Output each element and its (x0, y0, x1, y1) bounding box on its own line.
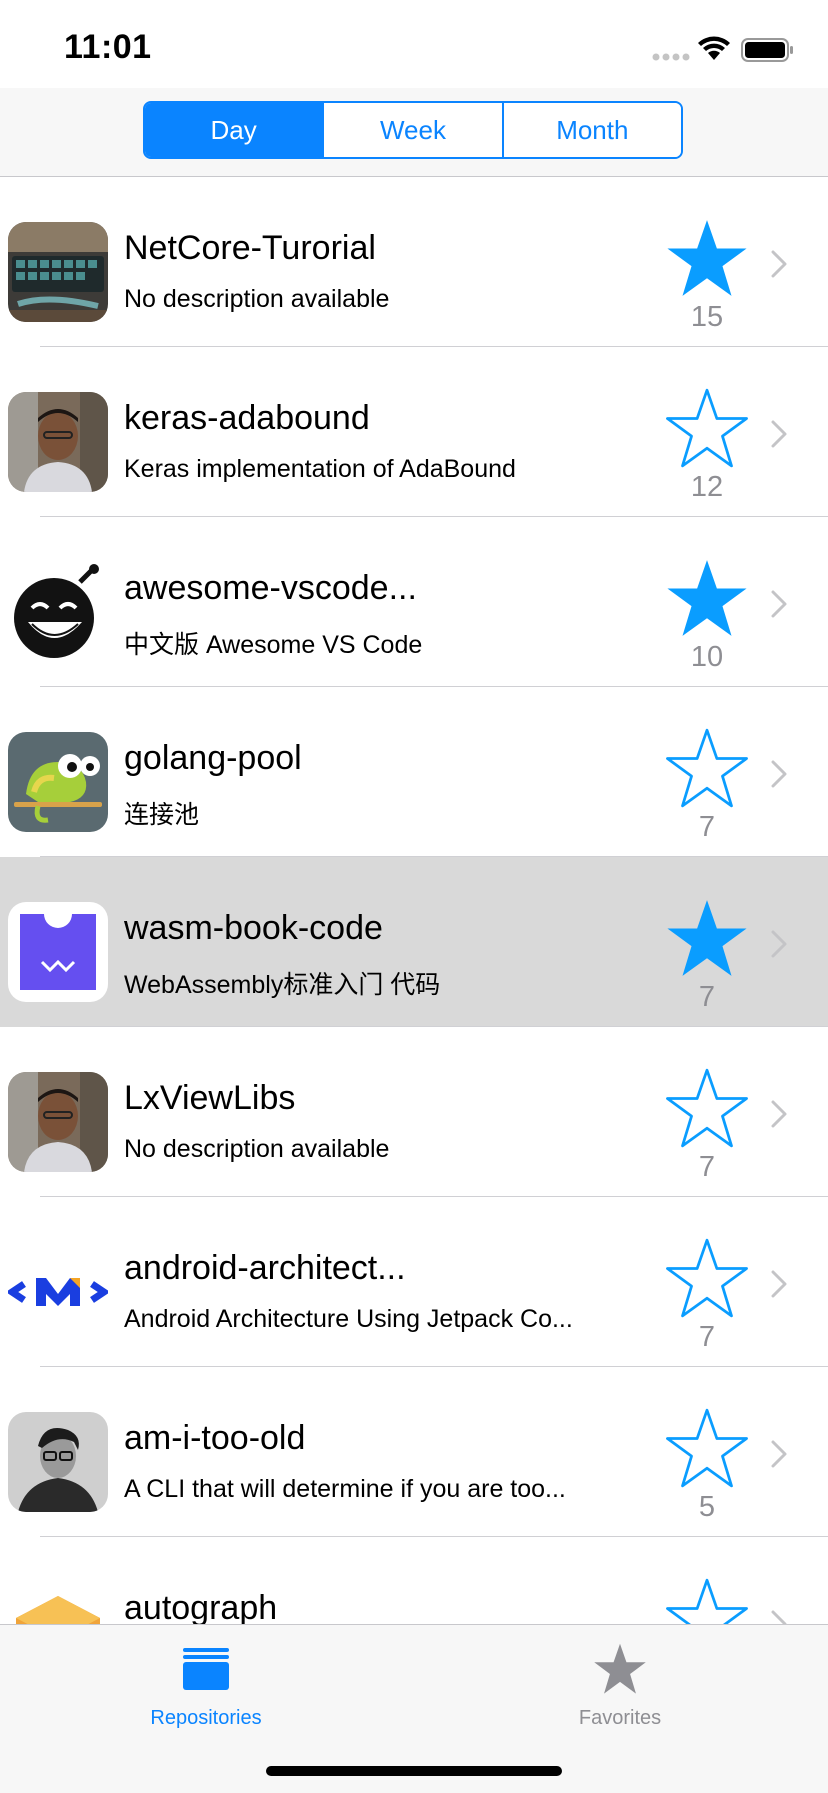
star-count: 15 (690, 301, 724, 333)
repo-row[interactable]: am-i-too-old A CLI that will determine if… (0, 1367, 828, 1537)
repo-name: golang-pool (124, 739, 302, 777)
segment-week[interactable]: Week (324, 103, 504, 157)
repo-description: 中文版 Awesome VS Code (124, 631, 423, 659)
repo-name: keras-adabound (124, 399, 370, 437)
favorite-star-button[interactable] (664, 215, 750, 301)
chevron-right-icon (770, 1439, 788, 1474)
chevron-right-icon (770, 419, 788, 454)
repo-description: No description available (124, 1135, 390, 1163)
repo-name: awesome-vscode... (124, 569, 417, 607)
star-icon (594, 1643, 646, 1694)
repository-list[interactable]: NetCore-Turorial No description available… (0, 177, 828, 1707)
favorite-star-button[interactable] (664, 895, 750, 981)
repo-row[interactable]: android-architect... Android Architecture… (0, 1197, 828, 1367)
star-count: 12 (690, 471, 724, 503)
repo-row[interactable]: golang-pool 连接池 7 (0, 687, 828, 857)
star-count: 5 (698, 1491, 716, 1523)
segment-day[interactable]: Day (145, 103, 325, 157)
battery-icon (741, 38, 793, 62)
repo-owner-avatar (8, 732, 108, 832)
repo-owner-avatar (8, 1412, 108, 1512)
home-indicator (266, 1766, 562, 1776)
favorite-star-button[interactable] (664, 1405, 750, 1491)
star-outline-icon (666, 388, 748, 468)
star-count: 7 (698, 811, 716, 843)
repo-name: NetCore-Turorial (124, 229, 376, 267)
tab-repositories-label: Repositories (150, 1707, 262, 1729)
star-count: 10 (690, 641, 724, 673)
repo-description: No description available (124, 285, 390, 313)
favorite-star-button[interactable] (664, 385, 750, 471)
repo-row[interactable]: LxViewLibs No description available 7 (0, 1027, 828, 1197)
cellular-signal-icon (652, 53, 690, 61)
period-segmented-control: Day Week Month (143, 101, 683, 159)
star-outline-icon (666, 1408, 748, 1488)
repo-owner-avatar (8, 562, 108, 662)
chevron-right-icon (770, 249, 788, 284)
star-outline-icon (666, 1238, 748, 1318)
repo-description: WebAssembly标准入门 代码 (124, 971, 441, 999)
star-outline-icon (666, 728, 748, 808)
tab-favorites-label: Favorites (578, 1707, 662, 1729)
chevron-right-icon (770, 1269, 788, 1304)
wifi-icon (698, 36, 730, 60)
star-count: 7 (698, 1321, 716, 1353)
favorite-star-button[interactable] (664, 1235, 750, 1321)
chevron-right-icon (770, 589, 788, 624)
repo-owner-avatar (8, 392, 108, 492)
tab-repositories[interactable]: Repositories (106, 1637, 306, 1730)
repo-row[interactable]: NetCore-Turorial No description available… (0, 177, 828, 347)
status-bar: 11:01 (0, 0, 828, 88)
star-filled-icon (667, 560, 747, 636)
favorite-star-button[interactable] (664, 555, 750, 641)
repo-description: Android Architecture Using Jetpack Co... (124, 1305, 573, 1333)
status-time: 11:01 (64, 28, 152, 66)
star-outline-icon (666, 1068, 748, 1148)
repo-row[interactable]: keras-adabound Keras implementation of Ad… (0, 347, 828, 517)
repo-name: wasm-book-code (124, 909, 383, 947)
repo-name: LxViewLibs (124, 1079, 296, 1117)
star-count: 7 (698, 981, 716, 1013)
star-filled-icon (667, 220, 747, 296)
repo-row[interactable]: wasm-book-code WebAssembly标准入门 代码 7 (0, 857, 828, 1027)
segment-month[interactable]: Month (503, 103, 681, 157)
repo-owner-avatar (8, 1072, 108, 1172)
repo-name: autograph (124, 1589, 278, 1627)
star-count: 7 (698, 1151, 716, 1183)
favorite-star-button[interactable] (664, 1065, 750, 1151)
repo-description: Keras implementation of AdaBound (124, 455, 516, 483)
repo-row[interactable]: awesome-vscode... 中文版 Awesome VS Code 10 (0, 517, 828, 687)
tab-favorites[interactable]: Favorites (520, 1637, 720, 1730)
repo-description: 连接池 (124, 801, 200, 829)
star-filled-icon (667, 900, 747, 976)
chevron-right-icon (770, 1099, 788, 1134)
repo-name: am-i-too-old (124, 1419, 306, 1457)
repo-owner-avatar (8, 902, 108, 1002)
repo-owner-avatar (8, 1242, 108, 1342)
stack-icon (183, 1648, 229, 1690)
favorite-star-button[interactable] (664, 725, 750, 811)
chevron-right-icon (770, 929, 788, 964)
period-header: Day Week Month (0, 88, 828, 177)
chevron-right-icon (770, 759, 788, 794)
repo-description: A CLI that will determine if you are too… (124, 1475, 566, 1503)
repo-name: android-architect... (124, 1249, 406, 1287)
repo-owner-avatar (8, 222, 108, 322)
